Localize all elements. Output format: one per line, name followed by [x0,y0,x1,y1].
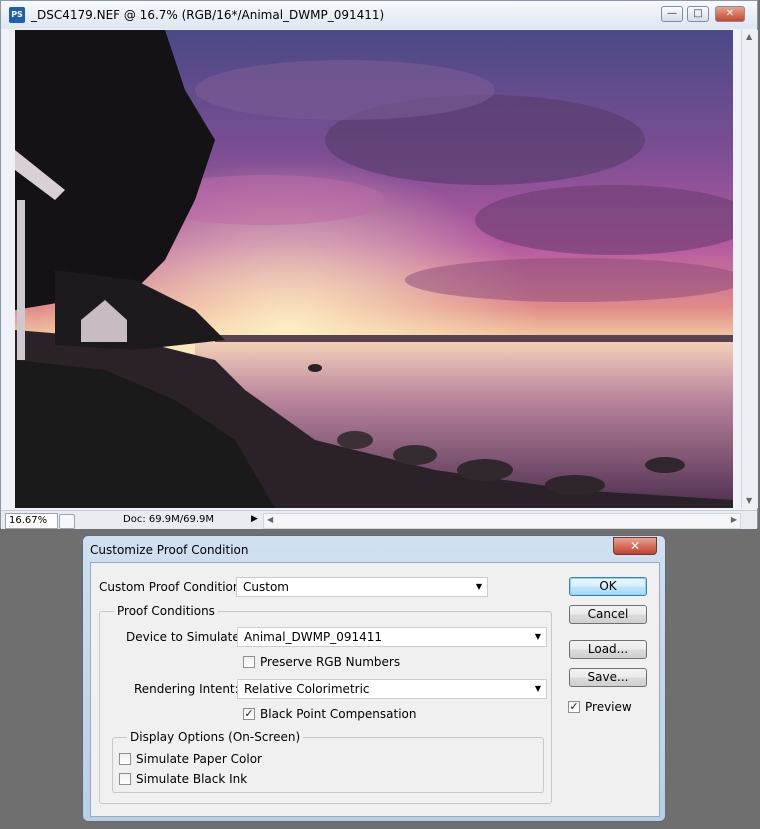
custom-proof-condition-select[interactable]: Custom ▼ [236,577,488,597]
device-to-simulate-value: Animal_DWMP_091411 [244,630,383,644]
vertical-scrollbar[interactable]: ▲ ▼ [741,30,758,508]
display-options-group: Display Options (On-Screen) Simulate Pap… [112,730,544,793]
rendering-intent-select[interactable]: Relative Colorimetric ▼ [237,679,547,699]
rendering-intent-value: Relative Colorimetric [244,682,370,696]
black-point-compensation-label[interactable]: Black Point Compensation [260,707,417,721]
restore-icon[interactable]: □ [687,6,709,22]
rendering-intent-label: Rendering Intent: [134,682,239,696]
preserve-rgb-checkbox[interactable] [243,656,255,668]
close-icon[interactable]: ✕ [715,6,745,22]
display-options-group-label: Display Options (On-Screen) [127,730,304,744]
simulate-black-ink-label[interactable]: Simulate Black Ink [136,772,247,786]
ok-button[interactable]: OK [569,577,647,596]
document-title-bar[interactable]: PS _DSC4179.NEF @ 16.7% (RGB/16*/Animal_… [1,1,757,29]
simulate-paper-color-checkbox[interactable] [119,753,131,765]
save-button[interactable]: Save... [569,668,647,687]
black-point-compensation-checkbox[interactable]: ✓ [243,708,255,720]
chevron-down-icon: ▼ [475,582,482,591]
image-canvas[interactable] [15,30,733,508]
proof-conditions-group-label: Proof Conditions [114,604,218,618]
dialog-body: Custom Proof Condition: Custom ▼ Proof C… [90,562,660,817]
preserve-rgb-label[interactable]: Preserve RGB Numbers [260,655,400,669]
photoshop-app-icon: PS [9,7,25,23]
scroll-up-icon[interactable]: ▲ [746,32,752,41]
load-button[interactable]: Load... [569,640,647,659]
status-bar: 16.67% Doc: 69.9M/69.9M ▶ ◀ ▶ [1,510,757,529]
document-title: _DSC4179.NEF @ 16.7% (RGB/16*/Animal_DWM… [31,8,385,22]
sunset-photo [15,30,733,508]
customize-proof-condition-dialog: Customize Proof Condition ✕ Custom Proof… [82,535,666,822]
preview-checkbox[interactable]: ✓ [568,701,580,713]
status-options-icon[interactable] [59,514,75,529]
status-menu-arrow-icon[interactable]: ▶ [251,514,258,524]
dialog-title: Customize Proof Condition [90,543,249,557]
device-to-simulate-label: Device to Simulate: [126,630,244,644]
preview-label[interactable]: Preview [585,700,632,714]
simulate-black-ink-checkbox[interactable] [119,773,131,785]
scroll-right-icon[interactable]: ▶ [731,515,737,524]
zoom-level-field[interactable]: 16.67% [5,513,58,529]
custom-proof-condition-label: Custom Proof Condition: [99,580,245,594]
chevron-down-icon: ▼ [534,632,541,641]
document-window: PS _DSC4179.NEF @ 16.7% (RGB/16*/Animal_… [0,0,758,529]
scroll-left-icon[interactable]: ◀ [267,515,273,524]
scroll-down-icon[interactable]: ▼ [746,496,752,505]
horizontal-scrollbar[interactable]: ◀ ▶ [263,513,741,529]
simulate-paper-color-label[interactable]: Simulate Paper Color [136,752,262,766]
chevron-down-icon: ▼ [534,684,541,693]
close-icon[interactable]: ✕ [613,537,657,555]
custom-proof-condition-value: Custom [243,580,289,594]
device-to-simulate-select[interactable]: Animal_DWMP_091411 ▼ [237,627,547,647]
document-size-info: Doc: 69.9M/69.9M [123,514,215,525]
proof-conditions-group: Proof Conditions Device to Simulate: Ani… [99,604,552,804]
cancel-button[interactable]: Cancel [569,605,647,624]
minimize-icon[interactable]: — [661,6,683,22]
